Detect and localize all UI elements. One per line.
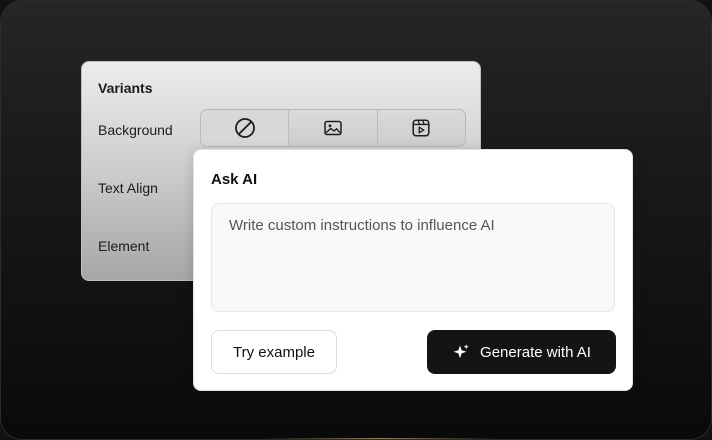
background-option-image[interactable] — [289, 110, 378, 146]
ask-ai-title: Ask AI — [211, 171, 258, 188]
app-canvas: Variants Background Text Align Element A… — [0, 0, 712, 440]
try-example-button[interactable]: Try example — [211, 330, 337, 374]
video-icon — [412, 119, 430, 137]
text-align-label: Text Align — [98, 180, 158, 196]
variants-title: Variants — [98, 80, 153, 96]
generate-with-ai-label: Generate with AI — [480, 343, 591, 361]
image-icon — [324, 120, 342, 136]
sparkle-icon — [452, 343, 470, 361]
background-option-none[interactable] — [201, 110, 290, 146]
background-label: Background — [98, 122, 173, 138]
ai-instructions-input[interactable] — [211, 203, 615, 312]
background-segmented-control — [200, 109, 466, 147]
generate-with-ai-button[interactable]: Generate with AI — [427, 330, 616, 374]
background-option-video[interactable] — [378, 110, 465, 146]
element-label: Element — [98, 238, 150, 254]
try-example-label: Try example — [233, 343, 315, 361]
ask-ai-card: Ask AI Try example Generate with AI — [193, 149, 633, 391]
none-icon — [234, 117, 256, 139]
